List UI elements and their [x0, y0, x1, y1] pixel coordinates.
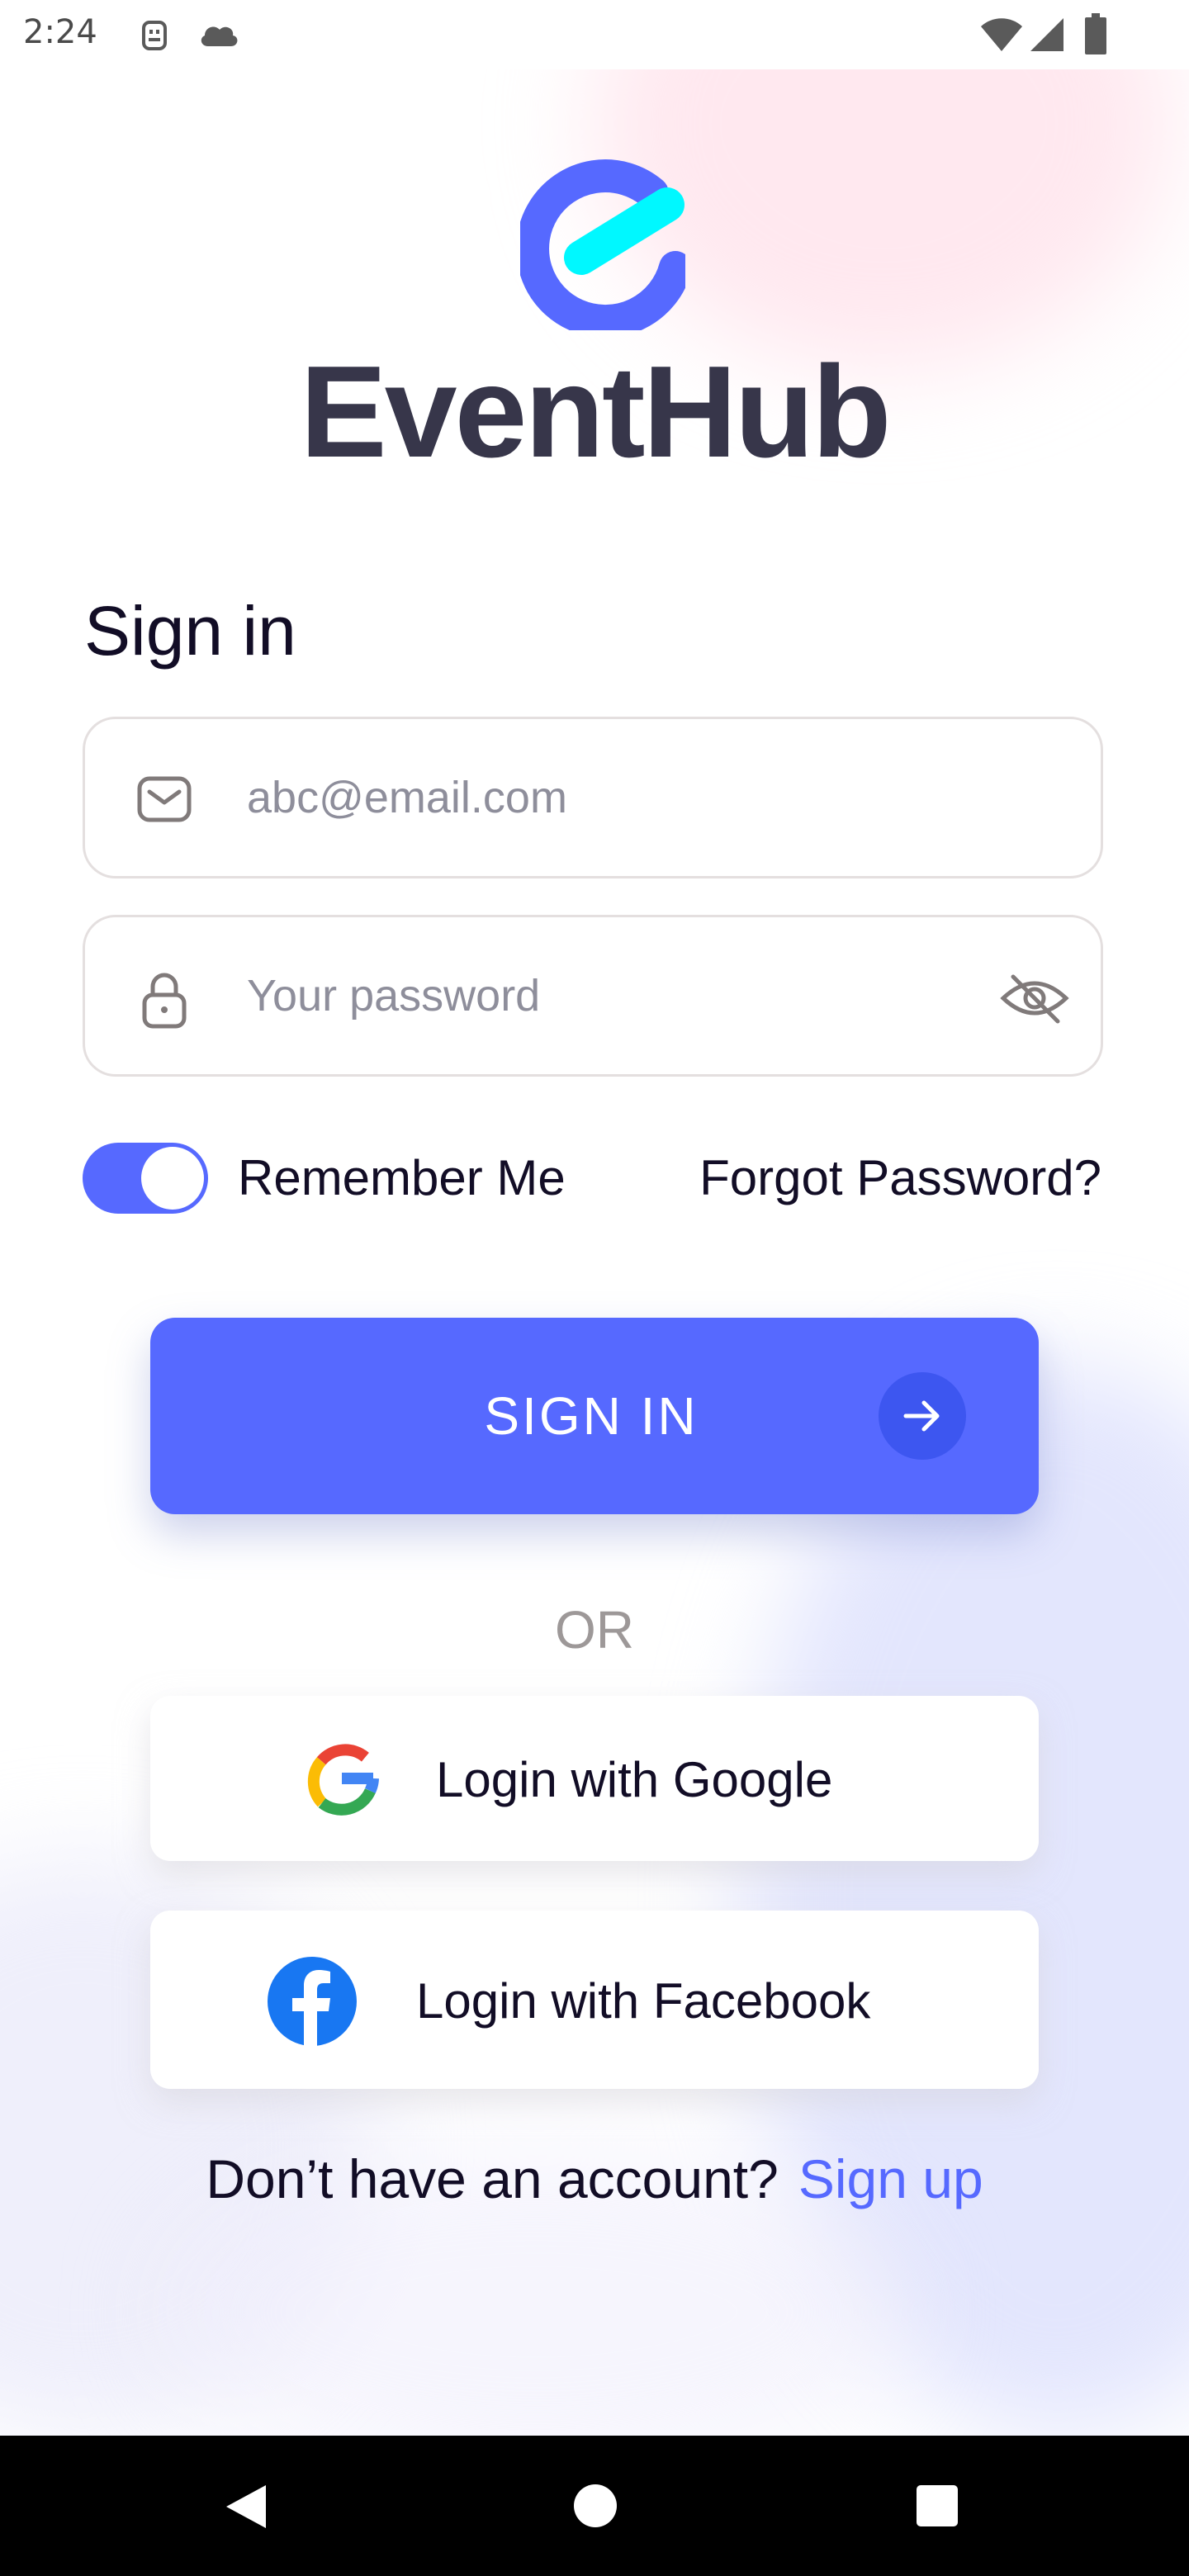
- password-input[interactable]: [247, 917, 990, 1074]
- arrow-circle: [879, 1372, 966, 1460]
- remember-me-label: Remember Me: [238, 1150, 566, 1205]
- password-field[interactable]: [83, 915, 1103, 1077]
- signal-icon: [1030, 18, 1063, 51]
- remember-me-toggle[interactable]: [83, 1143, 208, 1214]
- arrow-right-icon: [903, 1400, 940, 1432]
- status-bar: 2:24: [0, 0, 1189, 69]
- battery-icon: [1085, 13, 1106, 54]
- email-field[interactable]: [83, 717, 1103, 878]
- google-icon: [307, 1744, 379, 1816]
- recents-icon[interactable]: [917, 2485, 958, 2526]
- facebook-icon: [268, 1957, 357, 2046]
- toggle-knob: [141, 1147, 204, 1210]
- navigation-bar: [0, 2436, 1189, 2576]
- google-button-label: Login with Google: [436, 1752, 833, 1807]
- login-with-facebook-button[interactable]: Login with Facebook: [150, 1911, 1039, 2089]
- mail-icon: [137, 776, 192, 822]
- eventhub-logo-icon: [520, 159, 685, 330]
- or-divider: OR: [555, 1600, 634, 1660]
- eye-off-icon[interactable]: [998, 962, 1071, 1035]
- brand-title: EventHub: [300, 339, 891, 485]
- signup-prompt: Don’t have an account?: [206, 2148, 779, 2209]
- wifi-icon: [981, 18, 1022, 51]
- back-icon[interactable]: [221, 2482, 271, 2531]
- lock-icon: [142, 973, 187, 1029]
- facebook-button-label: Login with Facebook: [416, 1973, 871, 2029]
- sign-up-link[interactable]: Sign up: [798, 2148, 983, 2209]
- login-with-google-button[interactable]: Login with Google: [150, 1696, 1039, 1861]
- cloud-icon: [201, 26, 238, 46]
- sim-card-icon: [142, 21, 167, 50]
- email-input[interactable]: [247, 719, 990, 876]
- home-icon[interactable]: [573, 2484, 618, 2528]
- page-title: Sign in: [84, 592, 296, 670]
- sign-in-button[interactable]: SIGN IN: [150, 1318, 1039, 1514]
- signup-row: Don’t have an account? Sign up: [0, 2152, 1189, 2206]
- forgot-password-link[interactable]: Forgot Password?: [699, 1151, 1101, 1205]
- status-time: 2:24: [23, 13, 97, 51]
